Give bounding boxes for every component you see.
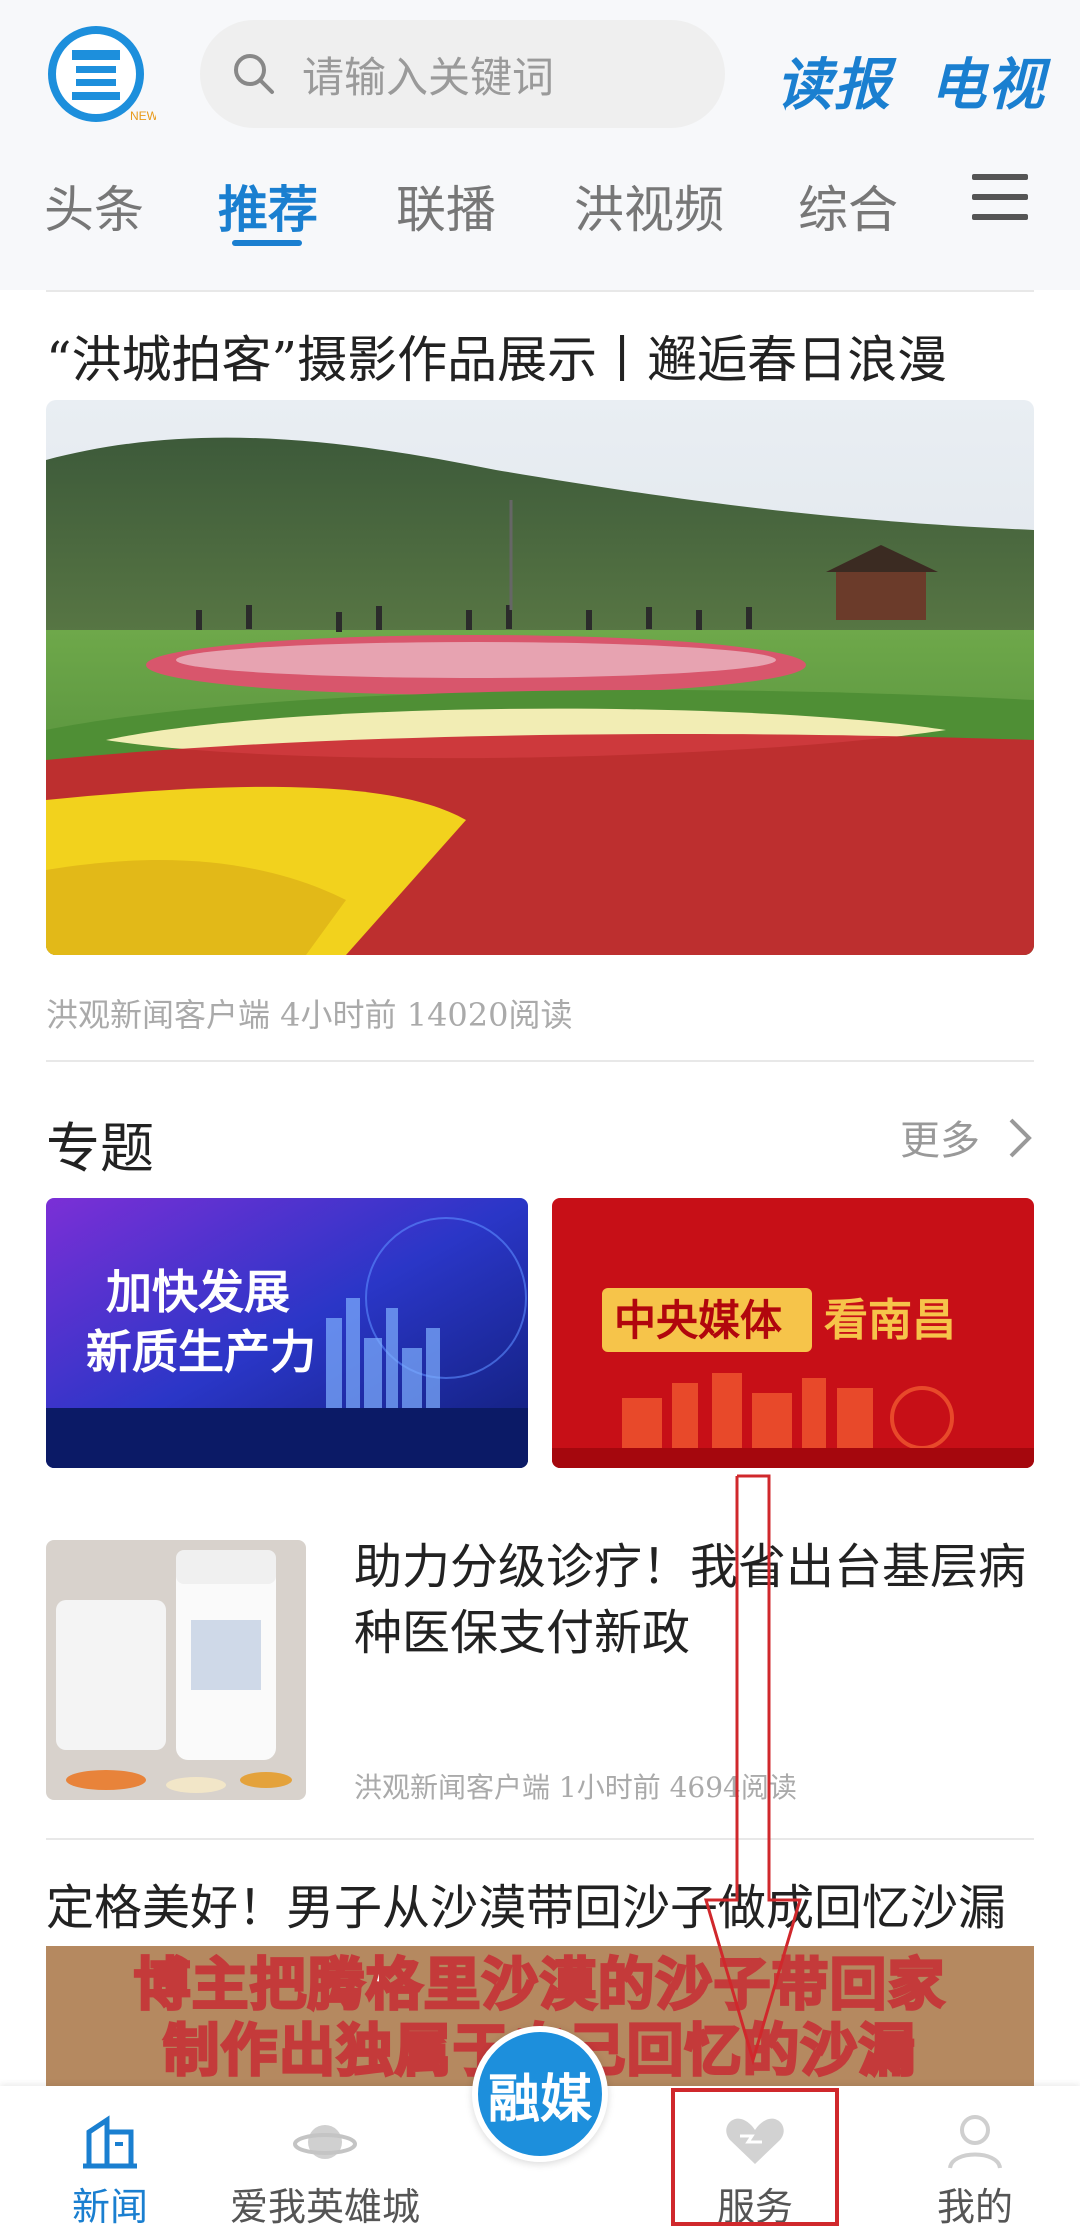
heart-icon — [726, 2118, 784, 2164]
topic-card-central-media[interactable]: 中央媒体 看南昌 — [552, 1198, 1034, 1468]
divider — [46, 290, 1034, 292]
tulip-field-photo[interactable] — [46, 400, 1034, 955]
chevron-right-icon[interactable] — [1005, 1114, 1035, 1162]
tab-headlines[interactable]: 头条 — [44, 170, 144, 242]
read-newspaper-button[interactable]: 读报 — [776, 40, 892, 121]
app-header: NEWS 请输入关键词 读报 电视 — [0, 0, 1080, 150]
topics-section-title: 专题 — [46, 1117, 154, 1180]
nav-label: 服务 — [716, 2185, 793, 2229]
medicine-bottles-photo[interactable] — [46, 1540, 306, 1800]
topics-more-link[interactable]: 更多 — [900, 1108, 980, 1166]
search-icon — [234, 54, 274, 94]
nav-label: 我的 — [936, 2185, 1013, 2229]
tab-hong-video[interactable]: 洪视频 — [574, 170, 724, 242]
topic-line2: 新质生产力 — [86, 1325, 316, 1379]
article-title[interactable]: “洪城拍客”摄影作品展示丨邂逅春日浪漫 — [46, 320, 947, 392]
nav-label: 爱我英雄城 — [229, 2185, 420, 2229]
tab-broadcast[interactable]: 联播 — [396, 170, 496, 242]
tab-general[interactable]: 综合 — [798, 170, 898, 242]
nav-news[interactable]: 新闻 — [40, 2086, 180, 2229]
topic-line1: 加快发展 — [106, 1265, 290, 1319]
logo-badge: NEWS — [130, 109, 156, 123]
nav-label: 新闻 — [71, 2185, 148, 2229]
divider — [46, 1060, 1034, 1062]
nav-hero-city[interactable]: 爱我英雄城 — [220, 2086, 430, 2229]
planet-icon — [293, 2125, 357, 2159]
app-logo[interactable]: NEWS — [46, 24, 156, 124]
topic-prefix: 中央媒体 — [614, 1296, 782, 1345]
topic-suffix: 看南昌 — [824, 1295, 956, 1346]
menu-icon[interactable] — [972, 174, 1028, 220]
search-placeholder: 请输入关键词 — [302, 52, 555, 102]
nav-profile[interactable]: 我的 — [900, 2086, 1050, 2229]
article-title[interactable]: 定格美好！男子从沙漠带回沙子做成回忆沙漏 — [46, 1868, 1006, 1938]
search-input[interactable]: 请输入关键词 — [200, 20, 725, 128]
divider — [46, 1838, 1034, 1840]
article-meta: 洪观新闻客户端 1小时前 4694阅读 — [354, 1771, 797, 1804]
tab-recommended[interactable]: 推荐 — [218, 170, 318, 242]
topic-card-new-productivity[interactable]: 加快发展 新质生产力 — [46, 1198, 528, 1468]
center-media-button[interactable]: 融媒 — [472, 2026, 608, 2162]
nav-service[interactable]: 服务 — [680, 2086, 830, 2229]
active-tab-indicator — [232, 240, 302, 246]
article-meta: 洪观新闻客户端 4小时前 14020阅读 — [46, 996, 573, 1034]
tv-button[interactable]: 电视 — [930, 40, 1046, 121]
article-title[interactable]: 助力分级诊疗！我省出台基层病种医保支付新政 — [354, 1534, 1034, 1666]
person-icon — [948, 2115, 1002, 2169]
channel-tabs — [0, 150, 1080, 290]
news-building-icon — [83, 2115, 137, 2169]
